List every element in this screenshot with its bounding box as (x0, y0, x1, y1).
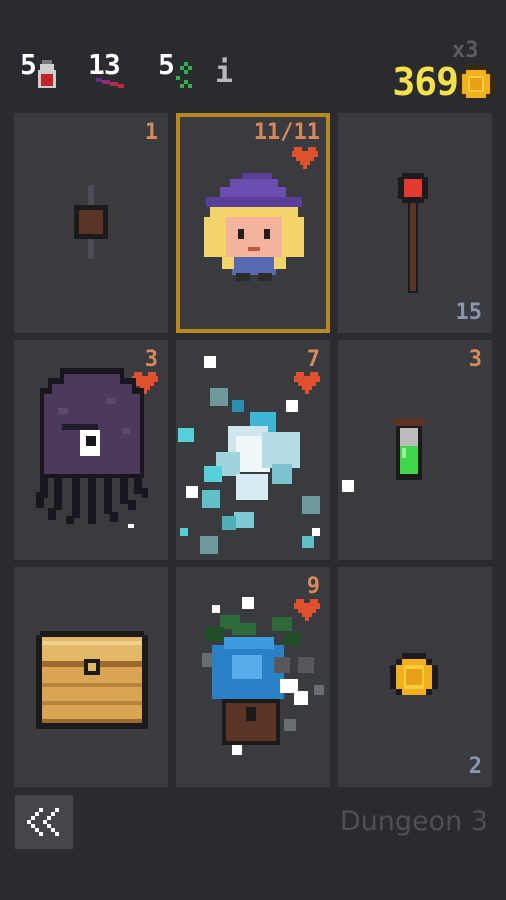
potion-stat: 5 (20, 50, 70, 94)
magic-stat: 13 (88, 50, 136, 94)
wizard-sprite (204, 173, 304, 281)
double-chevron-left-icon (27, 808, 59, 836)
xp-stat: 5 (158, 50, 202, 94)
card-staff[interactable]: 15 (338, 113, 492, 333)
card-potion-green[interactable]: 3 (338, 340, 492, 560)
dungeon-grid: 1 11/11 15 3 7 3 9 2 (14, 113, 492, 787)
gold-multiplier: x3 (452, 38, 479, 63)
sparkle-icon (176, 62, 192, 88)
chest-icon (36, 631, 148, 729)
octopus-sprite (36, 368, 148, 528)
wand-icon (96, 78, 124, 88)
gold-coin-icon (458, 66, 494, 98)
heart-icon (292, 147, 318, 169)
card-monster-ice-spirit[interactable]: 7 (176, 340, 330, 560)
game-screen: 5 13 5 i x3 369 1 11/11 15 3 7 3 9 2 Dun… (0, 0, 506, 900)
sparkle-dot (342, 480, 354, 492)
hud-bar: 5 13 5 i x3 369 (0, 0, 506, 110)
back-button[interactable] (15, 795, 73, 849)
coin-icon (390, 653, 438, 695)
mace-icon (74, 185, 108, 259)
staff-icon (398, 173, 428, 293)
ent-sprite (202, 597, 324, 755)
card-treasure-chest[interactable] (14, 567, 168, 787)
card-value: 3 (468, 347, 482, 372)
card-value: 2 (468, 754, 482, 779)
potion-icon (38, 60, 56, 88)
info-button[interactable]: i (212, 56, 236, 90)
card-monster-octopus[interactable]: 3 (14, 340, 168, 560)
green-potion-icon (394, 418, 424, 480)
card-weapon-mace[interactable]: 1 (14, 113, 168, 333)
xp-count: 5 (158, 48, 175, 81)
potion-count: 5 (20, 48, 37, 81)
gold-amount: 369 (392, 60, 459, 104)
card-monster-ent[interactable]: 9 (176, 567, 330, 787)
hero-health: 11/11 (253, 120, 320, 145)
card-value: 1 (144, 120, 158, 145)
card-value: 15 (455, 300, 483, 325)
card-gold-coin[interactable]: 2 (338, 567, 492, 787)
ice-spirit-sprite (178, 356, 320, 554)
dungeon-label: Dungeon 3 (339, 806, 488, 837)
card-hero-wizard[interactable]: 11/11 (176, 113, 330, 333)
